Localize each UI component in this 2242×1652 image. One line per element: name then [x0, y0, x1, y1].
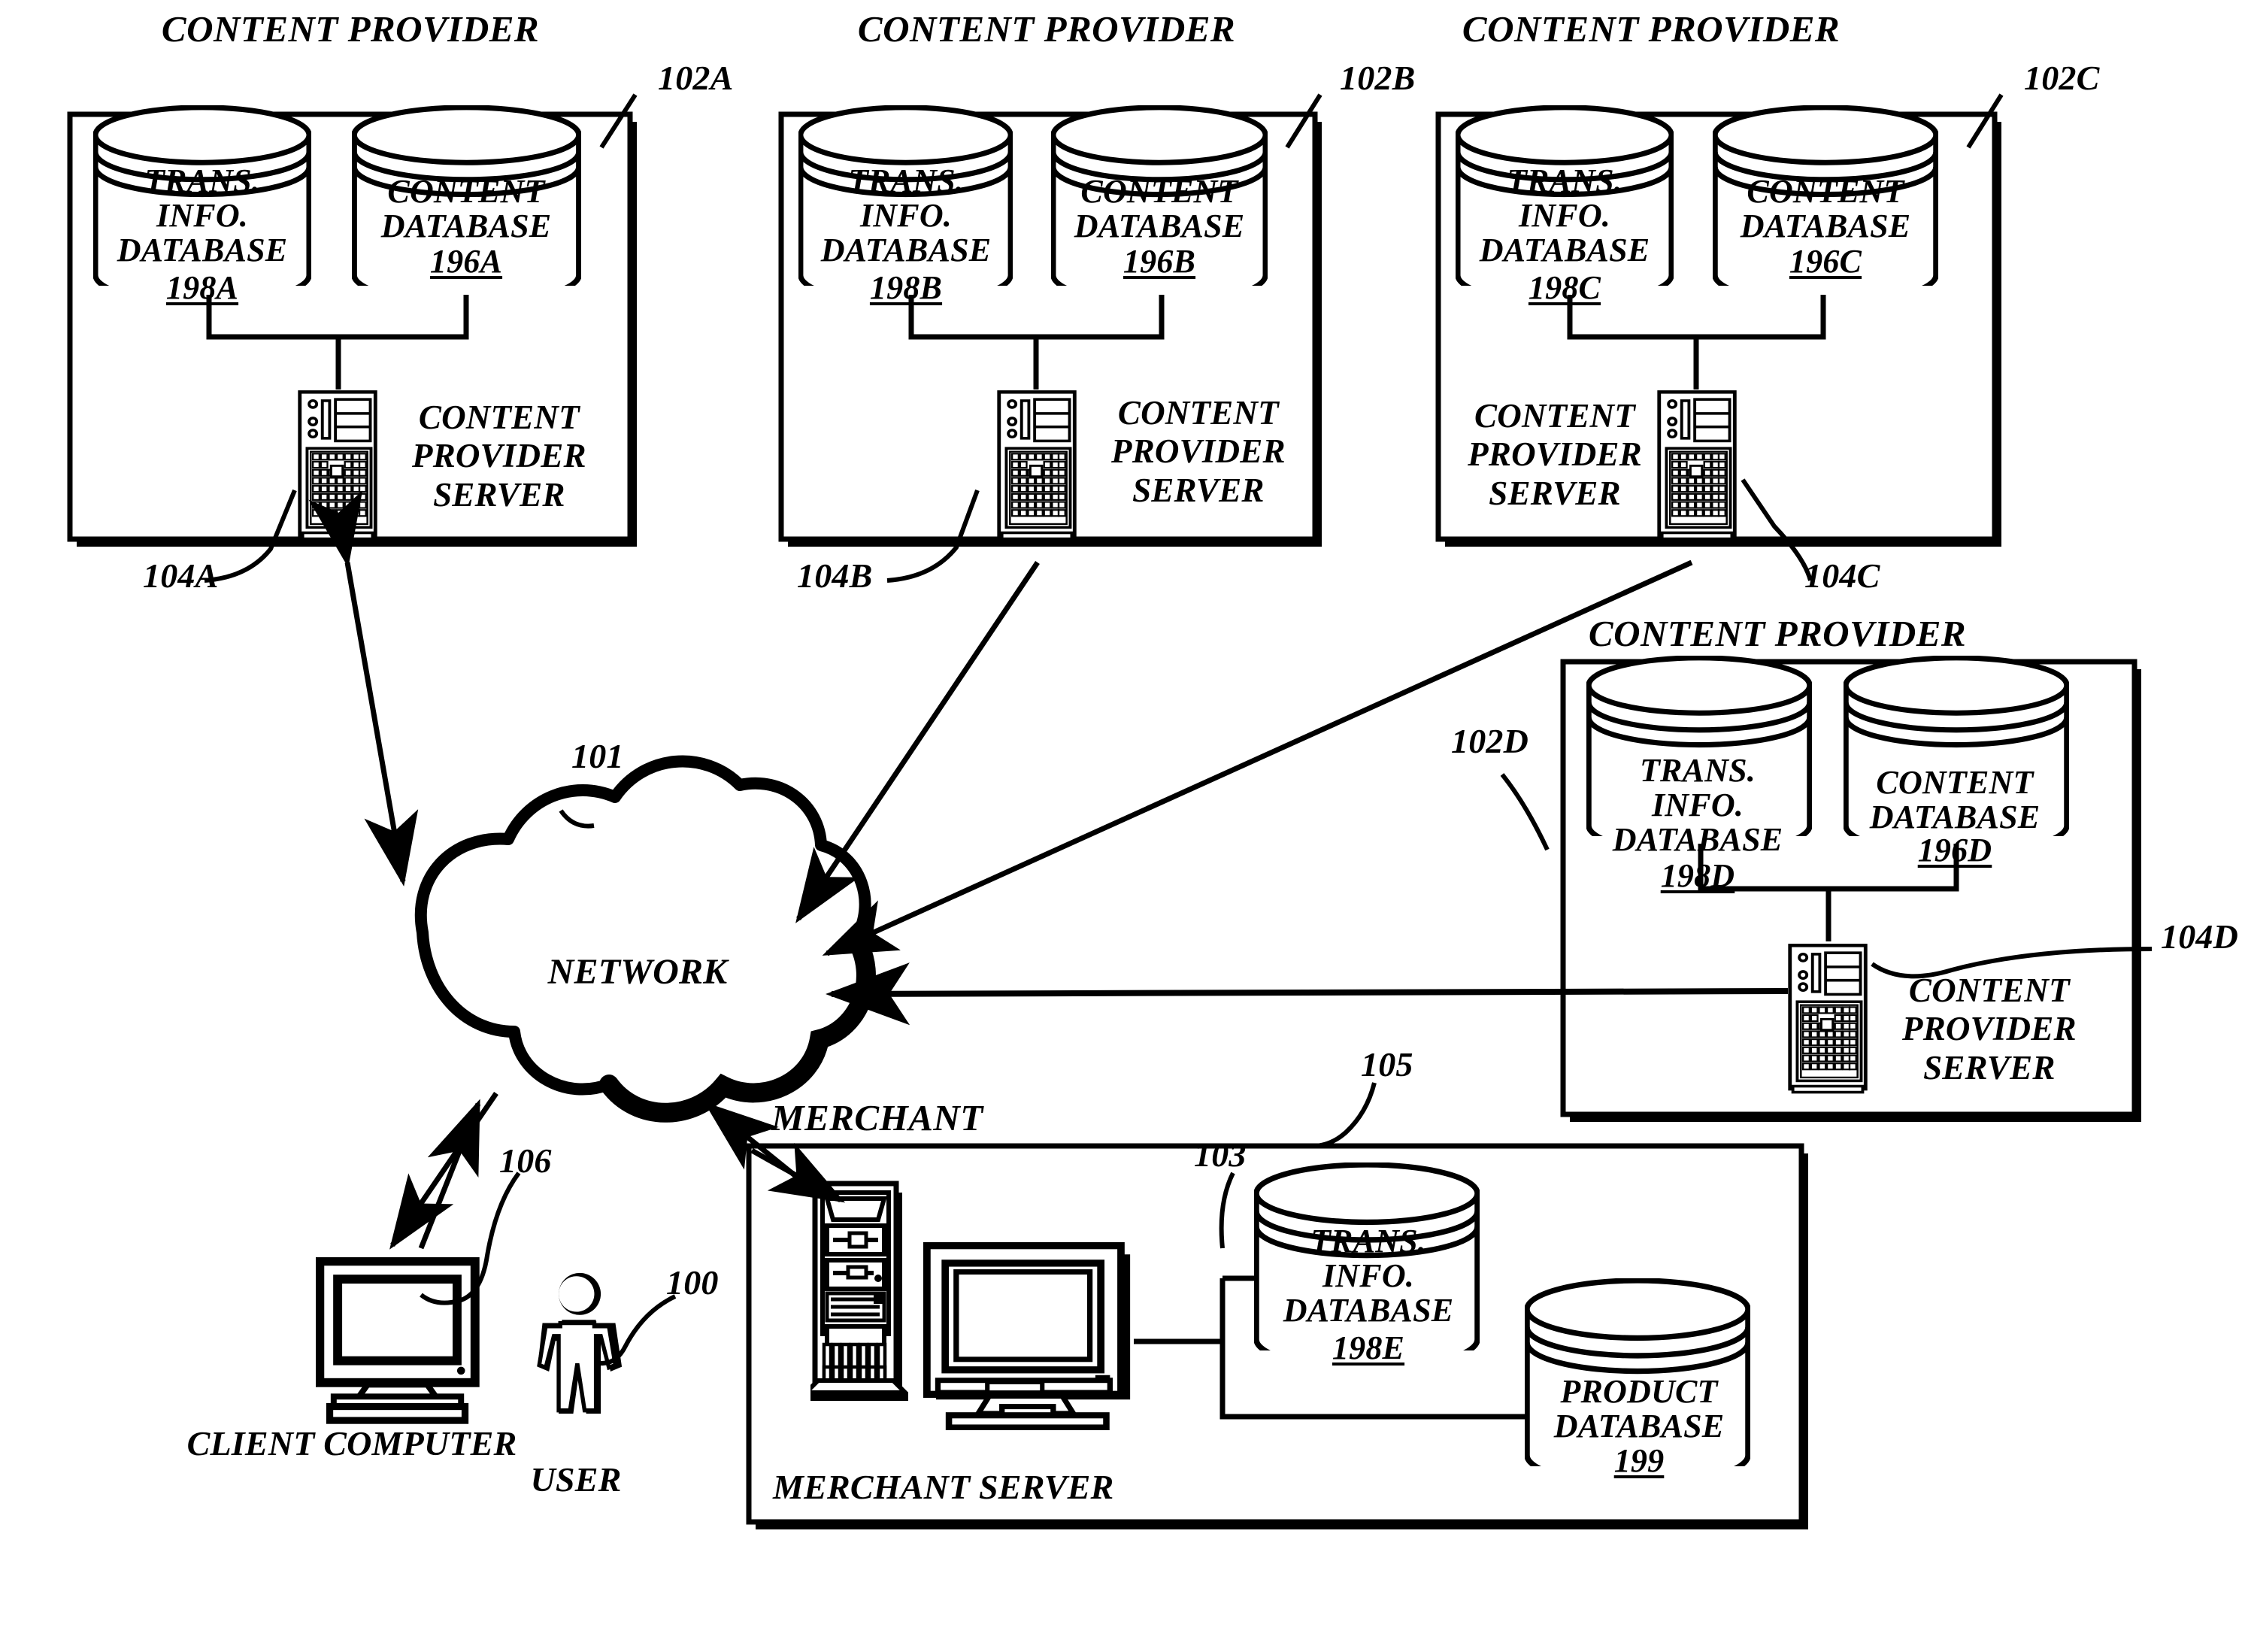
merchant-server-label: MERCHANT SERVER [773, 1468, 1114, 1506]
db-198e-name: TRANS. INFO. DATABASE [1283, 1223, 1454, 1329]
db-198d-ref: 198D [1660, 857, 1735, 894]
db-196d-ref: 196D [1917, 832, 1992, 868]
db-198b-name: TRANS. INFO. DATABASE [820, 162, 992, 268]
figure-canvas: CONTENT PROVIDER 102A TRANS. INFO. DATAB… [0, 0, 2242, 1652]
user-label: USER [530, 1460, 622, 1499]
client-user-group [320, 1172, 677, 1420]
ref-101: 101 [571, 737, 624, 775]
ref-100: 100 [666, 1263, 719, 1302]
db-198d-name: TRANS. INFO. DATABASE [1612, 752, 1783, 858]
db-196b-name: CONTENT DATABASE [1074, 173, 1245, 244]
db-196a-name: CONTENT DATABASE [380, 173, 552, 244]
db-198e-ref: 198E [1332, 1329, 1405, 1366]
db-198a-name: TRANS. INFO. DATABASE [117, 162, 288, 268]
db-196a-ref: 196A [429, 243, 503, 280]
db-196d-name: CONTENT DATABASE [1869, 764, 2041, 835]
db-198c-ref: 198C [1528, 269, 1601, 306]
content-provider-d-server-label: CONTENT PROVIDER SERVER [1902, 971, 2077, 1087]
ref-104d: 104D [2161, 917, 2239, 956]
content-provider-a-server-label: CONTENT PROVIDER SERVER [412, 399, 586, 514]
ref-102b: 102B [1340, 59, 1416, 97]
ref-102d: 102D [1451, 722, 1529, 760]
ref-102c: 102C [2024, 59, 2100, 97]
content-provider-d-header: CONTENT PROVIDER [1588, 613, 1967, 654]
content-provider-b-header: CONTENT PROVIDER [857, 8, 1236, 50]
content-provider-c-header: CONTENT PROVIDER [1462, 8, 1841, 50]
ref-103: 103 [1194, 1135, 1247, 1174]
content-provider-b-server-label: CONTENT PROVIDER SERVER [1111, 394, 1286, 509]
ref-102a: 102A [658, 59, 734, 97]
db-198a-ref: 198A [165, 269, 239, 306]
db-199-name: PRODUCT DATABASE [1553, 1373, 1725, 1444]
db-196c-ref: 196C [1789, 243, 1862, 280]
db-196b-ref: 196B [1123, 243, 1196, 280]
db-199-ref: 199 [1613, 1442, 1665, 1479]
db-198b-ref: 198B [869, 269, 943, 306]
ref-104a: 104A [143, 556, 219, 595]
ref-104c: 104C [1804, 556, 1880, 595]
db-196c-name: CONTENT DATABASE [1740, 173, 1911, 244]
client-computer-label: CLIENT COMPUTER [186, 1424, 517, 1463]
network-cloud-group [414, 755, 876, 1123]
network-label: NETWORK [547, 952, 728, 992]
content-provider-c-server-label: CONTENT PROVIDER SERVER [1468, 397, 1642, 512]
merchant-header: MERCHANT [771, 1097, 983, 1138]
ref-104b: 104B [797, 556, 873, 595]
content-provider-a-header: CONTENT PROVIDER [161, 8, 540, 50]
db-198c-name: TRANS. INFO. DATABASE [1479, 162, 1650, 268]
ref-105: 105 [1361, 1045, 1413, 1084]
ref-106: 106 [499, 1141, 552, 1180]
